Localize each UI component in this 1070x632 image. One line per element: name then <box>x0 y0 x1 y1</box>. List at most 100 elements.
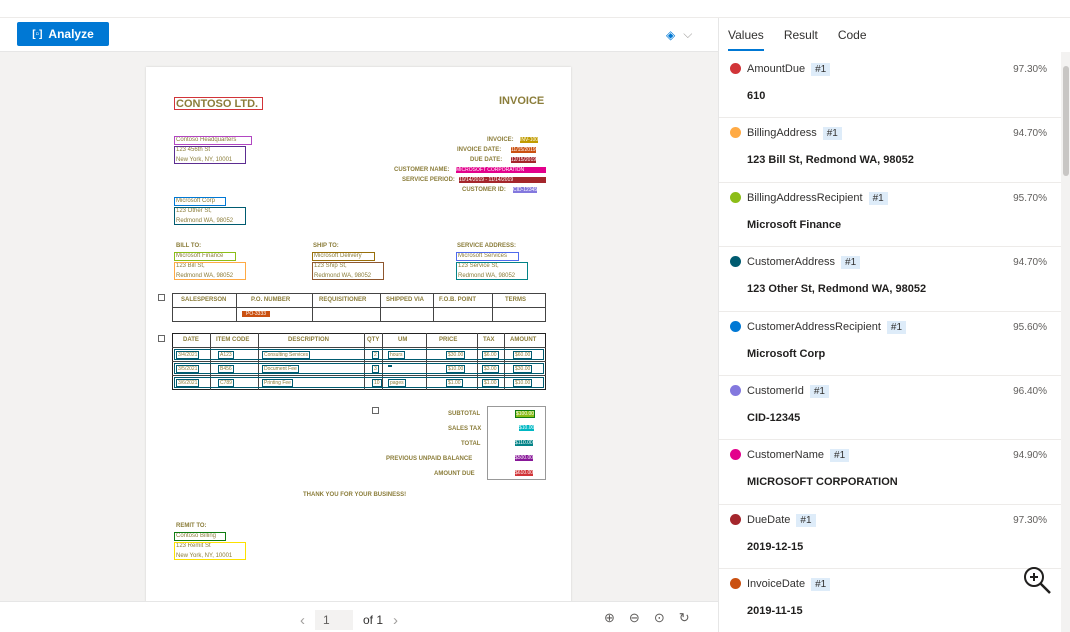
field-item[interactable]: InvoiceDate #1 2019-11-15 <box>719 569 1061 632</box>
subtotal-label: SUBTOTAL <box>448 411 481 417</box>
bill-to-heading: BILL TO: <box>176 243 202 249</box>
customer-address-box[interactable] <box>174 207 246 225</box>
remit-to-heading: REMIT TO: <box>176 523 207 529</box>
field-index-badge: #1 <box>830 449 850 463</box>
customer-name-label: CUSTOMER NAME: <box>394 167 450 173</box>
field-item[interactable]: BillingAddress #1 94.70% 123 Bill St, Redmo… <box>719 118 1061 183</box>
field-confidence: 95.70% <box>1013 192 1047 204</box>
analyze-button[interactable]: [▫] Analyze <box>17 22 109 46</box>
tab-code[interactable]: Code <box>838 28 867 42</box>
field-color-dot <box>730 578 741 590</box>
previous-balance-label: PREVIOUS UNPAID BALANCE <box>386 456 473 462</box>
po-number-value: PO-3333 <box>242 311 271 317</box>
remit-recipient-box[interactable] <box>174 532 226 541</box>
fit-page-icon[interactable]: ⊙ <box>654 610 665 626</box>
totals-table-checkbox[interactable] <box>372 407 379 414</box>
service-address-box[interactable] <box>456 262 528 280</box>
customer-recipient-box[interactable] <box>174 197 226 206</box>
sales-header-fob: F.O.B. POINT <box>439 297 477 303</box>
invoice-page: CONTOSO LTD. INVOICE Contoso Headquarter… <box>146 67 571 601</box>
field-index-badge: #1 <box>811 63 831 76</box>
item-row-box[interactable] <box>174 377 544 388</box>
vendor-address-box[interactable] <box>174 146 246 164</box>
item-row-box[interactable] <box>174 363 544 374</box>
results-scrollbar[interactable] <box>1061 52 1070 632</box>
field-name: BillingAddressRecipient #1 <box>747 191 888 205</box>
sales-col-sep-3 <box>380 293 381 322</box>
amount-due-label: AMOUNT DUE <box>434 471 475 477</box>
field-confidence: 94.90% <box>1013 450 1047 462</box>
field-value: MICROSOFT CORPORATION <box>747 476 898 489</box>
field-value: Microsoft Finance <box>747 218 842 231</box>
field-item[interactable]: CustomerAddress #1 94.70% 123 Other St, Red… <box>719 247 1061 312</box>
sales-header-salesperson: SALESPERSON <box>181 297 227 303</box>
prev-page-icon[interactable]: ‹ <box>300 612 305 629</box>
field-item[interactable]: CustomerId #1 96.40% CID-12345 <box>719 376 1061 441</box>
page-number-input[interactable] <box>315 610 353 630</box>
analyze-label: Analyze <box>48 27 94 41</box>
tab-values[interactable]: Values <box>728 28 764 51</box>
sales-tax-label: SALES TAX <box>448 426 482 432</box>
ship-address-box[interactable] <box>312 262 384 280</box>
magnify-icon[interactable] <box>1021 564 1055 598</box>
items-row-divider-2 <box>172 375 546 376</box>
field-name: DueDate #1 <box>747 513 816 527</box>
field-name: AmountDue #1 <box>747 63 831 76</box>
bill-recipient-box[interactable] <box>174 252 236 261</box>
scrollbar-thumb[interactable] <box>1063 66 1069 176</box>
field-name: CustomerName #1 <box>747 449 850 463</box>
document-viewer[interactable]: CONTOSO LTD. INVOICE Contoso Headquarter… <box>0 53 718 601</box>
field-item[interactable]: DueDate #1 97.30% 2019-12-15 <box>719 505 1061 570</box>
chevron-down-icon: ⌵ <box>683 27 693 41</box>
sales-header-terms: TERMS <box>505 297 526 303</box>
field-index-badge: #1 <box>868 191 888 205</box>
bill-address-box[interactable] <box>174 262 246 280</box>
next-page-icon[interactable]: › <box>393 612 398 629</box>
item-row-box[interactable] <box>174 349 544 360</box>
field-confidence: 94.70% <box>1013 128 1047 140</box>
field-item[interactable]: CustomerAddressRecipient #1 95.60% Microsof… <box>719 312 1061 376</box>
field-color-dot <box>730 384 741 396</box>
sales-tax-value: $10.00 <box>519 425 535 431</box>
subtotal-value: $100.00 <box>515 410 536 418</box>
sales-col-sep-2 <box>312 293 313 322</box>
field-value: 123 Other St, Redmond WA, 98052 <box>747 283 927 296</box>
field-item[interactable]: CustomerName #1 94.90% MICROSOFT CORPORATIO… <box>719 440 1061 505</box>
service-period-value: 10/14/2019 - 11/14/2019 <box>459 177 546 183</box>
field-item[interactable]: BillingAddressRecipient #1 95.70% Microsoft… <box>719 183 1061 248</box>
sales-col-sep-1 <box>236 293 237 322</box>
sales-table-checkbox[interactable] <box>158 294 165 301</box>
invoice-label: INVOICE: <box>487 137 514 143</box>
items-table-checkbox[interactable] <box>158 335 165 342</box>
tab-result[interactable]: Result <box>784 28 818 42</box>
layers-dropdown[interactable]: ◈ ⌵ <box>666 27 692 42</box>
thank-you-note: THANK YOU FOR YOUR BUSINESS! <box>303 492 407 498</box>
field-index-badge: #1 <box>811 578 831 592</box>
remit-address-box[interactable] <box>174 542 246 560</box>
sales-header-po: P.O. NUMBER <box>251 297 291 303</box>
field-color-dot <box>730 191 741 203</box>
layers-icon: ◈ <box>666 27 676 42</box>
field-index-badge: #1 <box>822 127 842 141</box>
customer-id-label: CUSTOMER ID: <box>462 187 506 193</box>
items-header-description: DESCRIPTION <box>288 337 330 343</box>
rotate-icon[interactable]: ↻ <box>679 610 690 626</box>
service-period-label: SERVICE PERIOD: <box>402 177 455 183</box>
field-index-badge: #1 <box>841 256 861 270</box>
sales-header-requisitioner: REQUISITIONER <box>319 297 367 303</box>
field-item[interactable]: AmountDue #1 97.30% 610 <box>719 54 1061 119</box>
zoom-controls: ⊕ ⊖ ⊙ ↻ <box>604 610 690 626</box>
company-box[interactable] <box>174 97 263 110</box>
field-color-dot <box>730 127 741 139</box>
items-header-divider <box>172 347 546 348</box>
zoom-in-icon[interactable]: ⊕ <box>604 610 615 626</box>
items-header-amount: AMOUNT <box>510 337 537 343</box>
field-color-dot <box>730 256 741 268</box>
zoom-out-icon[interactable]: ⊖ <box>629 610 640 626</box>
items-header-price: PRICE <box>439 337 458 343</box>
ship-recipient-box[interactable] <box>312 252 375 261</box>
field-confidence: 96.40% <box>1013 385 1047 397</box>
vendor-name-box[interactable] <box>174 136 252 145</box>
service-recipient-box[interactable] <box>456 252 519 261</box>
invoice-id-value: INV-100 <box>520 137 539 143</box>
